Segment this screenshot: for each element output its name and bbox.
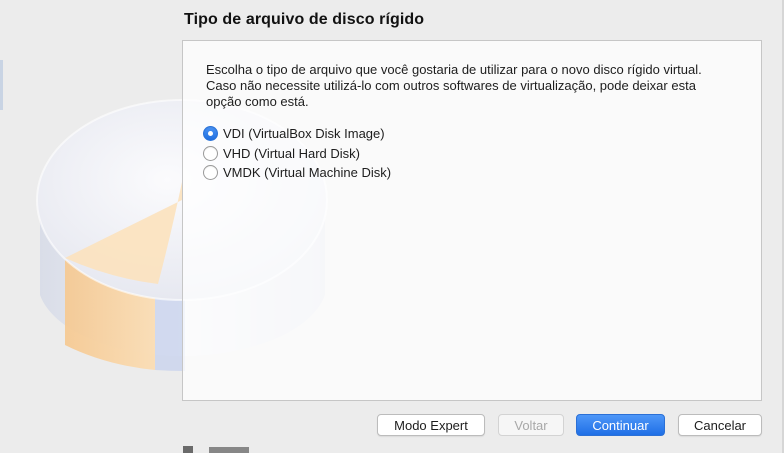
radio-button-icon[interactable] <box>203 145 218 161</box>
background-window-fragment <box>183 446 249 453</box>
description-text: Escolha o tipo de arquivo que você gosta… <box>206 62 746 110</box>
radio-option-vdi[interactable]: VDI (VirtualBox Disk Image) <box>203 124 385 142</box>
expert-mode-button[interactable]: Modo Expert <box>377 414 485 436</box>
radio-button-selected-icon[interactable] <box>203 125 218 141</box>
radio-label-vhd: VHD (Virtual Hard Disk) <box>223 145 361 161</box>
background-window-strip <box>0 60 3 110</box>
radio-option-vmdk[interactable]: VMDK (Virtual Machine Disk) <box>203 163 391 181</box>
page-title: Tipo de arquivo de disco rígido <box>184 11 425 28</box>
continue-button[interactable]: Continuar <box>576 414 665 436</box>
radio-label-vdi: VDI (VirtualBox Disk Image) <box>223 125 385 141</box>
description-line: Caso não necessite utilizá-lo com outros… <box>206 78 696 93</box>
description-line: opção como está. <box>206 94 309 109</box>
back-button[interactable]: Voltar <box>498 414 564 436</box>
cancel-button[interactable]: Cancelar <box>678 414 762 436</box>
radio-button-icon[interactable] <box>203 164 218 180</box>
radio-label-vmdk: VMDK (Virtual Machine Disk) <box>223 164 392 180</box>
description-line: Escolha o tipo de arquivo que você gosta… <box>206 62 702 77</box>
radio-option-vhd[interactable]: VHD (Virtual Hard Disk) <box>203 144 360 162</box>
